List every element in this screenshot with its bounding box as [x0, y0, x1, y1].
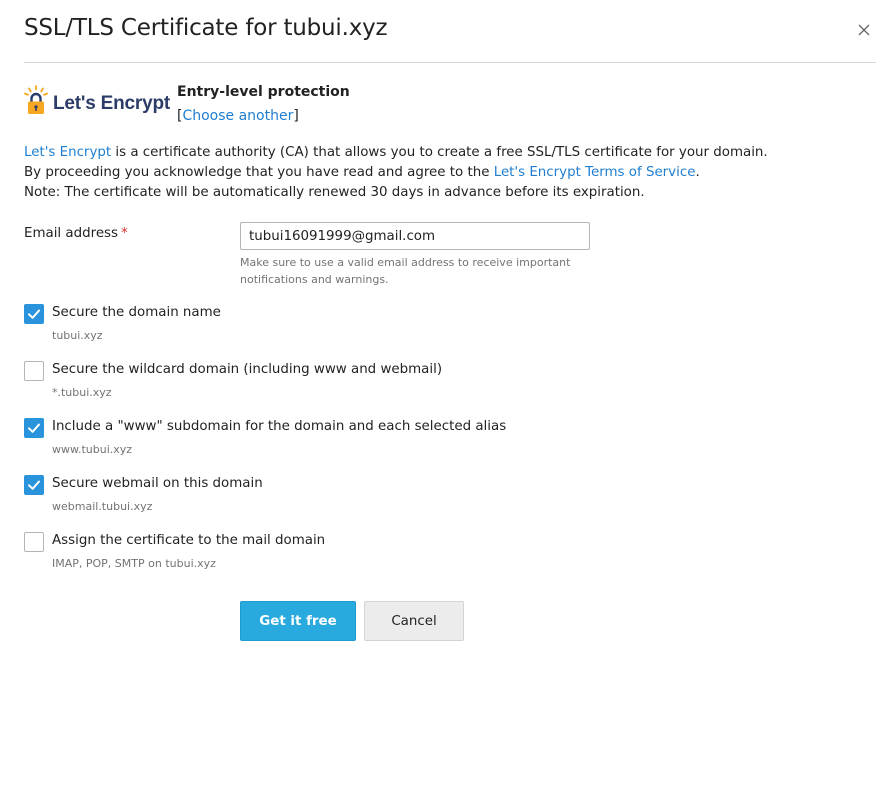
- mail-domain-sub: IMAP, POP, SMTP on tubui.xyz: [52, 557, 216, 570]
- secure-domain-checkbox[interactable]: [24, 304, 44, 324]
- email-input[interactable]: [240, 222, 590, 250]
- secure-webmail-checkbox[interactable]: [24, 475, 44, 495]
- logo-text: Let's Encrypt: [53, 93, 171, 114]
- email-label: Email address *: [24, 226, 128, 241]
- wildcard-domain-label: Secure the wildcard domain (including ww…: [52, 362, 443, 377]
- wildcard-domain-checkbox[interactable]: [24, 361, 44, 381]
- mail-domain-checkbox[interactable]: [24, 532, 44, 552]
- description-line-2-end: .: [695, 165, 700, 180]
- close-icon: [858, 24, 870, 36]
- email-hint: Make sure to use a valid email address t…: [240, 256, 571, 286]
- provider-level: Entry-level protection: [177, 84, 350, 100]
- padlock-icon: [24, 85, 48, 114]
- title-divider: [24, 62, 876, 63]
- checkmark-icon: [28, 480, 40, 490]
- description-line-1-text: is a certificate authority (CA) that all…: [111, 145, 768, 160]
- description-line-2: By proceeding you acknowledge that you h…: [24, 163, 768, 183]
- dialog-title: SSL/TLS Certificate for tubui.xyz: [24, 15, 388, 41]
- bracket-close: ]: [293, 108, 299, 124]
- secure-webmail-label: Secure webmail on this domain: [52, 476, 263, 491]
- checkmark-icon: [28, 309, 40, 319]
- lets-encrypt-link[interactable]: Let's Encrypt: [24, 145, 111, 160]
- checkmark-icon: [28, 423, 40, 433]
- required-marker: *: [121, 226, 128, 241]
- secure-webmail-sub: webmail.tubui.xyz: [52, 500, 153, 513]
- cancel-button[interactable]: Cancel: [364, 601, 464, 641]
- secure-domain-sub: tubui.xyz: [52, 329, 103, 342]
- www-subdomain-checkbox[interactable]: [24, 418, 44, 438]
- description-line-3: Note: The certificate will be automatica…: [24, 185, 645, 200]
- choose-another-link[interactable]: Choose another: [182, 108, 293, 124]
- close-button[interactable]: [852, 18, 876, 42]
- wildcard-domain-sub: *.tubui.xyz: [52, 386, 112, 399]
- choose-another: [Choose another]: [177, 108, 299, 124]
- secure-domain-label: Secure the domain name: [52, 305, 221, 320]
- www-subdomain-sub: www.tubui.xyz: [52, 443, 133, 456]
- description-line-1: Let's Encrypt is a certificate authority…: [24, 143, 768, 163]
- get-it-free-button[interactable]: Get it free: [240, 601, 356, 641]
- description-line-2-text: By proceeding you acknowledge that you h…: [24, 165, 494, 180]
- email-label-text: Email address: [24, 226, 119, 241]
- terms-of-service-link[interactable]: Let's Encrypt Terms of Service: [494, 165, 696, 180]
- lets-encrypt-logo: Let's Encrypt: [24, 83, 170, 115]
- description: Let's Encrypt is a certificate authority…: [24, 143, 768, 203]
- www-subdomain-label: Include a "www" subdomain for the domain…: [52, 419, 507, 434]
- mail-domain-label: Assign the certificate to the mail domai…: [52, 533, 326, 548]
